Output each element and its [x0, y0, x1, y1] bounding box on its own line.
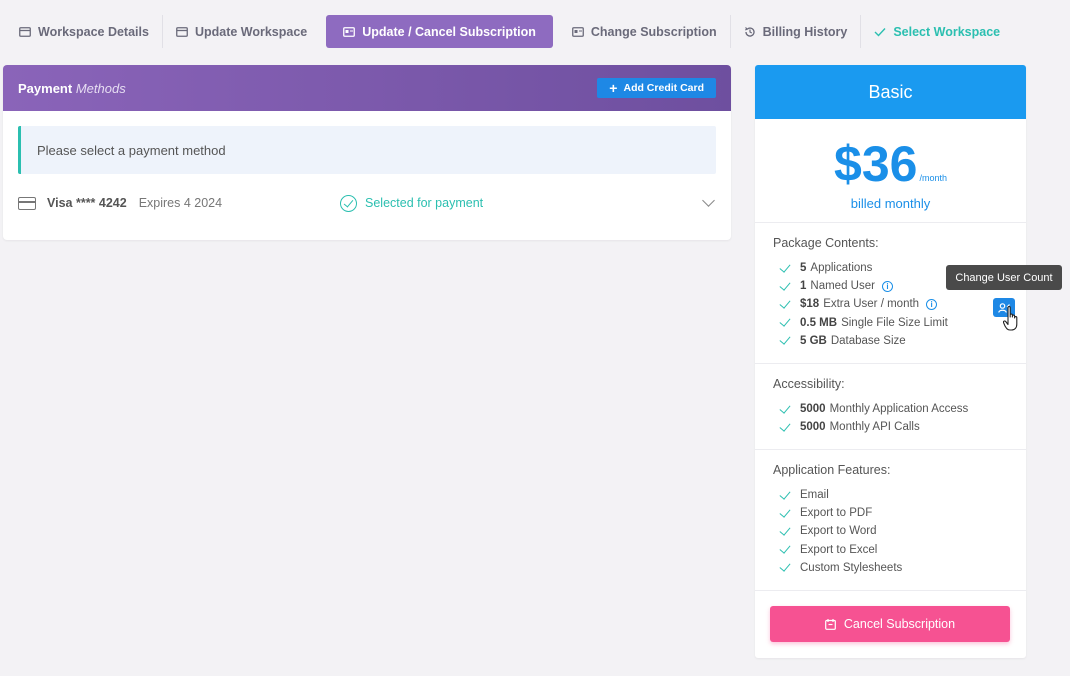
tab-update-cancel-subscription[interactable]: Update / Cancel Subscription [326, 15, 553, 48]
payment-methods-header: Payment Methods + Add Credit Card [3, 65, 731, 111]
title-italic: Methods [75, 80, 126, 96]
tab-workspace-details[interactable]: Workspace Details [6, 15, 162, 48]
feature-text: Monthly API Calls [829, 421, 920, 434]
feature-text: Database Size [830, 334, 906, 347]
check-icon [779, 420, 791, 432]
add-credit-card-label: Add Credit Card [623, 82, 704, 94]
feature-value: 1 [800, 280, 807, 293]
feature-item: 5000 Monthly Application Access [773, 400, 1026, 418]
payment-method-row[interactable]: Visa **** 4242 Expires 4 2024 Selected f… [18, 191, 718, 215]
feature-value: 0.5 MB [800, 316, 838, 329]
tab-label: Change Subscription [590, 24, 717, 39]
tab-label: Select Workspace [893, 24, 1001, 39]
check-icon [779, 279, 791, 291]
feature-text: Export to Word [800, 525, 877, 538]
selected-for-payment-status: Selected for payment [340, 191, 483, 215]
feature-item: 0.5 MB Single File Size Limit [773, 314, 1026, 332]
billing-frequency: billed monthly [850, 196, 931, 211]
package-contents-section: Package Contents: 5 Applications 1 Named U… [755, 223, 1026, 364]
payment-methods-panel: Payment Methods + Add Credit Card Please… [3, 65, 731, 240]
change-user-count-tooltip: Change User Count [946, 265, 1062, 290]
cancel-subscription-label: Cancel Subscription [843, 617, 956, 631]
section-title: Package Contents: [773, 236, 879, 250]
feature-text: Export to PDF [800, 507, 873, 520]
plan-price: $36 /month [834, 139, 947, 189]
feature-value: 5000 [800, 421, 826, 434]
feature-value: 5 [800, 262, 807, 275]
tab-change-subscription[interactable]: Change Subscription [559, 15, 730, 48]
title-bold: Payment [18, 80, 73, 96]
tab-billing-history[interactable]: Billing History [731, 15, 861, 48]
feature-text: Single File Size Limit [841, 316, 948, 329]
info-icon[interactable]: i [881, 280, 893, 292]
id-card-icon [343, 26, 356, 37]
tab-update-workspace[interactable]: Update Workspace [163, 15, 320, 48]
check-icon [779, 560, 791, 573]
application-features-section: Application Features: Email Export to PD… [755, 450, 1026, 591]
check-icon [779, 315, 791, 327]
feature-text: Named User [810, 280, 875, 293]
feature-text: Email [800, 489, 829, 502]
section-title: Accessibility: [773, 377, 845, 391]
check-icon [779, 333, 791, 346]
plus-icon: + [609, 80, 618, 96]
feature-value: 5 GB [800, 334, 827, 347]
feature-text: Extra User / month [823, 298, 920, 311]
feature-item: $18 Extra User / month i [773, 295, 1026, 313]
check-icon [779, 506, 791, 518]
check-icon [779, 524, 791, 536]
tab-label: Workspace Details [38, 24, 149, 39]
tab-label: Billing History [762, 24, 848, 39]
feature-item: Export to Excel [773, 541, 1026, 559]
credit-card-icon [18, 196, 36, 210]
select-payment-prompt: Please select a payment method [18, 126, 716, 174]
feature-text: Export to Excel [800, 543, 878, 556]
add-credit-card-button[interactable]: + Add Credit Card [597, 78, 716, 98]
hand-pointer-cursor-icon [1003, 306, 1018, 331]
feature-item: Export to PDF [773, 504, 1026, 522]
check-icon [779, 401, 791, 414]
tab-label: Update Workspace [194, 24, 308, 39]
id-card-icon [571, 26, 584, 37]
accessibility-section: Accessibility: 5000 Monthly Application A… [755, 364, 1026, 450]
calendar-cancel-icon [825, 618, 836, 630]
feature-text: Applications [810, 262, 873, 275]
workspace-tabs: Workspace Details Update Workspace Updat… [6, 15, 1013, 48]
feature-value: $18 [800, 298, 820, 311]
feature-item: Custom Stylesheets [773, 559, 1026, 577]
check-icon [779, 260, 791, 273]
feature-item: 5 GB Database Size [773, 332, 1026, 350]
selected-label: Selected for payment [365, 196, 484, 210]
tab-select-workspace[interactable]: Select Workspace [861, 15, 1013, 48]
check-circle-icon [340, 194, 357, 212]
calendar-icon [176, 26, 188, 37]
feature-text: Monthly Application Access [829, 403, 969, 416]
plan-price-block: $36 /month billed monthly [755, 119, 1026, 223]
check-icon [779, 542, 791, 554]
payment-method-expiry: Expires 4 2024 [138, 196, 223, 210]
section-title: Application Features: [773, 463, 891, 477]
check-icon [779, 297, 791, 309]
cancel-subscription-button[interactable]: Cancel Subscription [770, 606, 1010, 642]
payment-method-name: Visa **** 4242 [47, 196, 127, 210]
feature-text: Custom Stylesheets [800, 561, 903, 574]
plan-name: Basic [755, 65, 1026, 119]
payment-methods-title: Payment Methods [18, 81, 126, 96]
feature-item: Email [773, 486, 1026, 504]
history-icon [744, 26, 756, 37]
info-icon[interactable]: i [926, 298, 938, 310]
feature-value: 5000 [800, 403, 826, 416]
check-icon [874, 27, 886, 37]
tab-label: Update / Cancel Subscription [362, 24, 536, 39]
plan-card: Basic $36 /month billed monthly Package … [755, 65, 1026, 658]
price-period: /month [919, 173, 947, 183]
calendar-icon [19, 26, 31, 37]
feature-item: 5000 Monthly API Calls [773, 418, 1026, 436]
check-icon [779, 487, 791, 500]
chevron-down-icon[interactable] [702, 194, 715, 207]
feature-item: Export to Word [773, 522, 1026, 540]
price-amount: $36 [834, 136, 918, 192]
